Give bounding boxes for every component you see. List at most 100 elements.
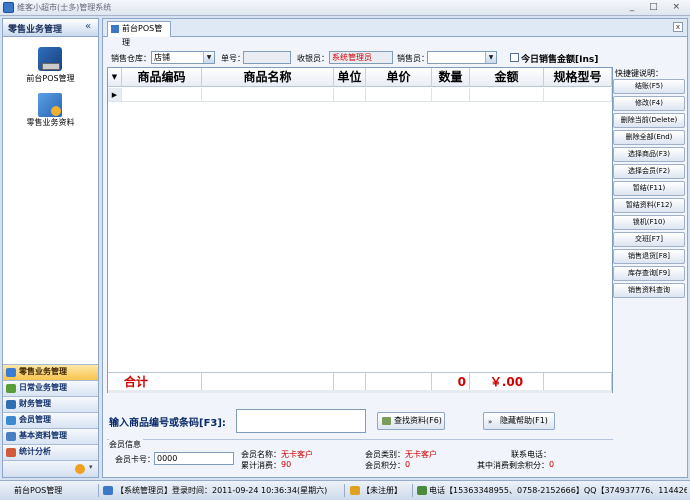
nav-daily[interactable]: 日常业务管理 xyxy=(3,380,98,396)
delete-all-button[interactable]: 删除全部(End) xyxy=(613,130,685,145)
row-indicator[interactable]: ▶ xyxy=(108,88,122,102)
today-sales-label: 今日销售金额[Ins] xyxy=(521,55,599,65)
member-icon xyxy=(6,416,16,425)
grid-header: ▼ 商品编码 商品名称 单位 单价 数量 金额 规格型号 xyxy=(108,68,612,87)
table-cell[interactable] xyxy=(432,88,470,102)
today-sales-checkbox[interactable] xyxy=(510,53,519,62)
search-button-label: 查找资料(F6) xyxy=(394,416,442,425)
hold-bill-button[interactable]: 暂结(F11) xyxy=(613,181,685,196)
register-icon xyxy=(350,486,360,495)
daily-icon xyxy=(6,384,16,393)
nav-stats-label: 统计分析 xyxy=(19,447,51,456)
window-title: 维客小超市(士多)管理系统 xyxy=(17,3,112,12)
table-cell[interactable] xyxy=(366,88,432,102)
retail-data-item[interactable]: 零售业务资料 xyxy=(3,117,98,128)
hide-help-button[interactable]: » 隐藏帮助(F1) xyxy=(483,412,555,430)
retail-data-icon[interactable] xyxy=(38,93,62,117)
cashier-field: 系统管理员 xyxy=(329,51,393,64)
total-cell xyxy=(366,373,432,391)
bill-number-field xyxy=(243,51,291,64)
product-code-label: 输入商品编号或条码[F3]: xyxy=(109,418,226,429)
status-separator xyxy=(412,484,413,497)
col-product-code[interactable]: 商品编码 xyxy=(122,68,202,87)
window-controls[interactable]: _ □ × xyxy=(630,2,686,12)
sales-query-button[interactable]: 销售资料查询 xyxy=(613,283,685,298)
shift-change-button[interactable]: 交班[F7] xyxy=(613,232,685,247)
chevron-down-icon: ▼ xyxy=(485,52,496,63)
nav-retail[interactable]: 零售业务管理 xyxy=(3,364,98,380)
select-product-button[interactable]: 选择商品(F3) xyxy=(613,147,685,162)
status-bar: 前台POS管理 【系统管理员】登录时间：2011-09-24 10:36:34(… xyxy=(0,480,690,500)
nav-basic-data[interactable]: 基本资料管理 xyxy=(3,428,98,444)
edit-button[interactable]: 修改(F4) xyxy=(613,96,685,111)
card-number-field[interactable]: 0000 xyxy=(154,452,234,465)
nav-retail-label: 零售业务管理 xyxy=(19,367,67,376)
product-code-input[interactable] xyxy=(236,409,366,433)
tab-strip: 前台POS管理 x xyxy=(103,19,687,47)
col-unit[interactable]: 单位 xyxy=(334,68,366,87)
table-cell[interactable] xyxy=(470,88,544,102)
stock-query-button[interactable]: 库存查询[F9] xyxy=(613,266,685,281)
total-amount: ￥.00 xyxy=(470,373,544,391)
sales-grid[interactable]: ▼ 商品编码 商品名称 单位 单价 数量 金额 规格型号 ▶ 合计 0 ￥.00 xyxy=(107,67,613,393)
nav-stats[interactable]: 统计分析 xyxy=(3,444,98,460)
table-cell[interactable] xyxy=(544,88,612,102)
grid-total-row: 合计 0 ￥.00 xyxy=(108,372,612,391)
nav-member[interactable]: 会员管理 xyxy=(3,412,98,428)
chevron-right-icon: » xyxy=(488,418,493,426)
nav-basic-data-label: 基本资料管理 xyxy=(19,431,67,440)
status-separator xyxy=(344,484,345,497)
delete-current-button[interactable]: 删除当前(Delete) xyxy=(613,113,685,128)
nav-finance[interactable]: 财务管理 xyxy=(3,396,98,412)
col-amount[interactable]: 金额 xyxy=(470,68,544,87)
select-member-button[interactable]: 选择会员(F2) xyxy=(613,164,685,179)
title-bar: 维客小超市(士多)管理系统 _ □ × xyxy=(0,0,690,16)
salesperson-label: 销售员： xyxy=(397,54,429,63)
status-register[interactable]: 【未注册】 xyxy=(362,485,402,496)
close-icon[interactable]: x xyxy=(673,22,683,32)
col-product-name[interactable]: 商品名称 xyxy=(202,68,334,87)
total-spend-value: 90 xyxy=(281,460,292,469)
checkout-button[interactable]: 结账(F5) xyxy=(613,79,685,94)
status-login: 【系统管理员】登录时间：2011-09-24 10:36:34(星期六) xyxy=(116,486,328,495)
member-type-label: 会员类别： xyxy=(365,450,405,459)
lock-button[interactable]: 锁机(F10) xyxy=(613,215,685,230)
cashier-label: 收银员： xyxy=(297,54,329,63)
chevron-down-icon: ▼ xyxy=(203,52,214,63)
tab-pos-management[interactable]: 前台POS管理 xyxy=(107,21,171,47)
col-quantity[interactable]: 数量 xyxy=(432,68,470,87)
tab-label: 前台POS管理 xyxy=(122,24,163,47)
member-points-label: 会员积分： xyxy=(365,461,405,470)
bill-number-label: 单号： xyxy=(221,54,245,63)
horizontal-scrollbar[interactable] xyxy=(108,390,612,393)
remaining-points-value: 0 xyxy=(549,460,555,469)
total-label: 合计 xyxy=(108,373,202,391)
nav-finance-label: 财务管理 xyxy=(19,399,51,408)
collapse-icon[interactable]: « xyxy=(85,21,91,32)
sales-return-button[interactable]: 销售退货[F8] xyxy=(613,249,685,264)
pos-management-item[interactable]: 前台POS管理 xyxy=(3,73,98,84)
held-bills-button[interactable]: 暂结资料(F12) xyxy=(613,198,685,213)
col-spec[interactable]: 规格型号 xyxy=(544,68,612,87)
nav-overflow-strip: ▾ xyxy=(3,460,98,477)
total-cell xyxy=(202,373,334,391)
member-info-title: 会员信息 xyxy=(109,439,143,450)
stats-icon xyxy=(6,448,16,457)
more-icon[interactable] xyxy=(75,464,85,474)
total-cell xyxy=(544,373,612,391)
finance-icon xyxy=(6,400,16,409)
member-points-value: 0 xyxy=(405,460,411,469)
chevron-down-icon[interactable]: ▾ xyxy=(89,463,93,471)
col-unit-price[interactable]: 单价 xyxy=(366,68,432,87)
shortcut-title: 快捷键说明： xyxy=(615,69,663,78)
pos-terminal-icon[interactable] xyxy=(38,47,62,71)
hide-help-label: 隐藏帮助(F1) xyxy=(500,416,548,425)
warehouse-select[interactable]: 店铺 ▼ xyxy=(151,51,215,64)
status-separator xyxy=(98,484,99,497)
table-cell[interactable] xyxy=(334,88,366,102)
search-button[interactable]: 查找资料(F6) xyxy=(377,412,445,430)
table-cell[interactable] xyxy=(122,88,202,102)
salesperson-select[interactable]: ▼ xyxy=(427,51,497,64)
table-cell[interactable] xyxy=(202,88,334,102)
member-name-label: 会员名称： xyxy=(241,450,281,459)
